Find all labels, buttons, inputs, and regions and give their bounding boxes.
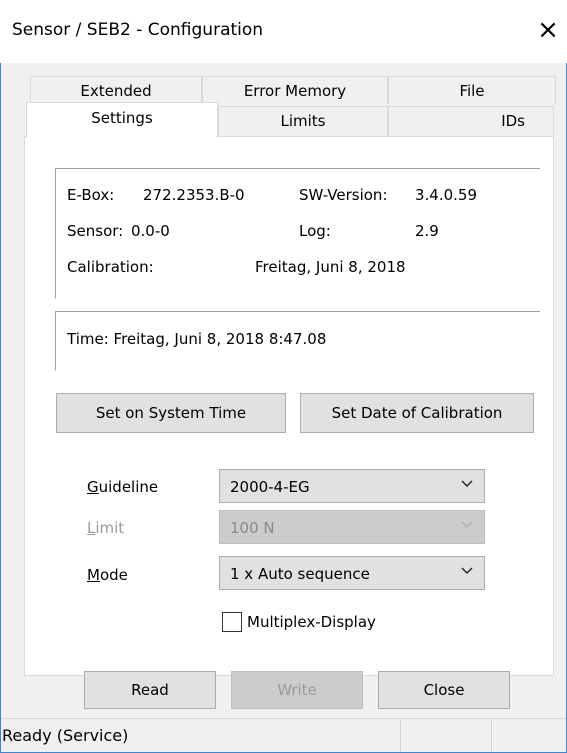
chevron-down-icon: [460, 564, 474, 578]
guideline-select[interactable]: 2000-4-EG: [219, 469, 485, 503]
status-separator: [400, 720, 401, 752]
read-button[interactable]: Read: [84, 671, 216, 709]
mode-label-text: ode: [99, 566, 128, 584]
log-value: 2.9: [415, 222, 439, 240]
log-label: Log:: [299, 222, 331, 240]
multiplex-display-label[interactable]: Multiplex-Display: [247, 613, 376, 631]
mode-select[interactable]: 1 x Auto sequence: [219, 556, 485, 590]
limit-value: 100 N: [230, 519, 275, 537]
sw-version-value: 3.4.0.59: [415, 186, 478, 204]
chevron-down-icon: [460, 477, 474, 491]
guideline-accesskey: G: [87, 478, 99, 496]
set-system-time-button[interactable]: Set on System Time: [56, 393, 286, 433]
guideline-value: 2000-4-EG: [230, 478, 310, 496]
tab-limits[interactable]: Limits: [218, 106, 388, 136]
calibration-label: Calibration:: [67, 258, 154, 276]
sensor-value: 0.0-0: [131, 222, 170, 240]
sw-version-label: SW-Version:: [299, 186, 388, 204]
tab-error-memory[interactable]: Error Memory: [202, 76, 388, 104]
tab-settings[interactable]: Settings: [26, 102, 218, 138]
set-calibration-date-button[interactable]: Set Date of Calibration: [300, 393, 534, 433]
close-button[interactable]: Close: [378, 671, 510, 709]
status-text: Ready (Service): [2, 726, 129, 745]
limit-label-text: imit: [95, 519, 125, 537]
mode-label: Mode: [87, 566, 128, 584]
ebox-label: E-Box:: [67, 186, 115, 204]
tab-extended[interactable]: Extended: [30, 76, 202, 104]
mode-value: 1 x Auto sequence: [230, 565, 370, 583]
mode-accesskey: M: [87, 566, 100, 584]
close-icon[interactable]: ×: [533, 12, 563, 48]
current-time: Time: Freitag, Juni 8, 2018 8:47.08: [67, 330, 327, 348]
tab-file[interactable]: File: [388, 76, 556, 104]
tab-ids[interactable]: IDs: [388, 106, 554, 136]
chevron-down-icon: [460, 518, 474, 532]
calibration-value: Freitag, Juni 8, 2018: [255, 258, 406, 276]
sensor-label: Sensor:: [67, 222, 124, 240]
window-title: Sensor / SEB2 - Configuration: [12, 20, 264, 40]
multiplex-display-checkbox[interactable]: [222, 612, 242, 632]
guideline-label: Guideline: [87, 478, 158, 496]
status-separator: [491, 720, 492, 752]
limit-select: 100 N: [219, 510, 485, 544]
ebox-value: 272.2353.B-0: [143, 186, 245, 204]
guideline-label-text: uideline: [98, 478, 159, 496]
write-button: Write: [231, 671, 363, 709]
limit-label: Limit: [87, 519, 124, 537]
